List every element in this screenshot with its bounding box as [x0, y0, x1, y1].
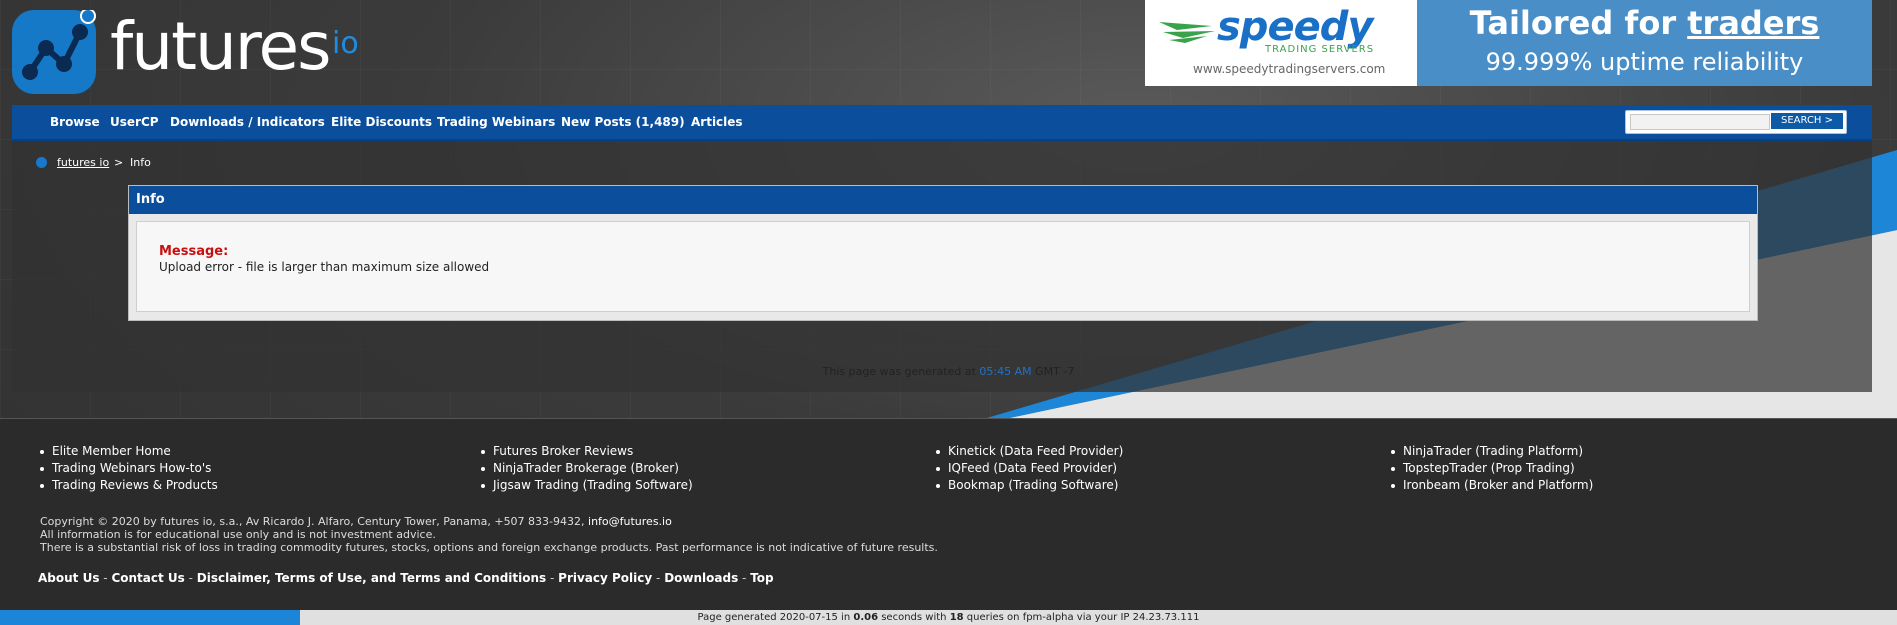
stats-text: seconds with	[878, 612, 950, 623]
footer-column-2: Futures Broker Reviews NinjaTrader Broke…	[479, 443, 693, 494]
nav-elite-discounts[interactable]: Elite Discounts	[331, 115, 432, 129]
link-separator: -	[99, 571, 112, 585]
home-globe-icon	[36, 157, 47, 168]
nav-downloads[interactable]: Downloads / Indicators	[170, 115, 325, 129]
footer-link[interactable]: NinjaTrader (Trading Platform)	[1389, 443, 1593, 460]
ad-title-part2: traders	[1687, 4, 1820, 42]
footer-link[interactable]: Elite Member Home	[38, 443, 218, 460]
logo-text: futures	[110, 8, 331, 85]
stats-text: Page generated 2020-07-15 in	[697, 612, 854, 623]
contact-email-link[interactable]: info@futures.io	[588, 515, 672, 528]
breadcrumb-home[interactable]: futures io	[57, 156, 109, 169]
footer-column-1: Elite Member Home Trading Webinars How-t…	[38, 443, 218, 494]
generated-time: 05:45 AM	[979, 365, 1032, 378]
ad-title: Tailored for traders	[1417, 4, 1872, 42]
main-nav: Browse UserCP Downloads / Indicators Eli…	[12, 105, 1872, 141]
top-link[interactable]: Top	[750, 571, 773, 585]
footer-column-4: NinjaTrader (Trading Platform) TopstepTr…	[1389, 443, 1593, 494]
nav-new-posts[interactable]: New Posts (1,489)	[561, 115, 685, 129]
stats-queries: 18	[949, 612, 964, 623]
link-separator: -	[184, 571, 197, 585]
footer-bottom-links: About Us - Contact Us - Disclaimer, Term…	[38, 571, 774, 585]
footer-link[interactable]: Kinetick (Data Feed Provider)	[934, 443, 1123, 460]
speed-swoosh-icon	[1159, 22, 1215, 43]
footer-link[interactable]: IQFeed (Data Feed Provider)	[934, 460, 1123, 477]
message-text: Upload error - file is larger than maxim…	[159, 260, 490, 274]
disclaimer-line-2: There is a substantial risk of loss in t…	[40, 541, 938, 554]
privacy-policy-link[interactable]: Privacy Policy	[558, 571, 652, 585]
nav-articles[interactable]: Articles	[691, 115, 743, 129]
contact-us-link[interactable]: Contact Us	[111, 571, 184, 585]
link-separator: -	[546, 571, 559, 585]
ad-banner[interactable]: speedy TRADING SERVERS www.speedytrading…	[1145, 0, 1872, 86]
stats-seconds: 0.06	[853, 612, 879, 623]
footer-link[interactable]: NinjaTrader Brokerage (Broker)	[479, 460, 693, 477]
footer-link[interactable]: Trading Webinars How-to's	[38, 460, 218, 477]
generated-prefix: This page was generated at	[822, 365, 980, 378]
logo-suffix: io	[332, 26, 359, 61]
disclaimer-link[interactable]: Disclaimer, Terms of Use, and Terms and …	[197, 571, 546, 585]
info-body: Message: Upload error - file is larger t…	[136, 221, 1750, 312]
generated-time-line: This page was generated at 05:45 AM GMT …	[0, 365, 1897, 378]
nav-trading-webinars[interactable]: Trading Webinars	[437, 115, 555, 129]
search-box: SEARCH >	[1625, 110, 1847, 134]
link-separator: -	[738, 571, 751, 585]
footer-link[interactable]: Trading Reviews & Products	[38, 477, 218, 494]
ad-brand-sub: TRADING SERVERS	[1265, 44, 1375, 55]
about-us-link[interactable]: About Us	[38, 571, 99, 585]
ad-brand-panel: speedy TRADING SERVERS www.speedytrading…	[1145, 0, 1417, 86]
nav-usercp[interactable]: UserCP	[110, 115, 159, 129]
search-input[interactable]	[1630, 114, 1770, 130]
search-button[interactable]: SEARCH >	[1771, 113, 1843, 129]
footer-column-3: Kinetick (Data Feed Provider) IQFeed (Da…	[934, 443, 1123, 494]
site-footer: Elite Member Home Trading Webinars How-t…	[0, 418, 1897, 611]
link-separator: -	[652, 571, 665, 585]
generated-suffix: GMT -7	[1031, 365, 1075, 378]
footer-link[interactable]: Futures Broker Reviews	[479, 443, 693, 460]
info-box: Info Message: Upload error - file is lar…	[128, 185, 1758, 321]
breadcrumb-current: Info	[130, 156, 151, 169]
copyright-line: Copyright © 2020 by futures io, s.a., Av…	[40, 515, 938, 528]
site-logo[interactable]: futures io	[12, 4, 372, 94]
logo-mark-icon	[12, 8, 96, 94]
breadcrumb-separator: >	[114, 156, 124, 169]
info-title: Info	[129, 186, 1757, 214]
footer-link[interactable]: Ironbeam (Broker and Platform)	[1389, 477, 1593, 494]
disclaimer-line-1: All information is for educational use o…	[40, 528, 436, 541]
message-label: Message:	[159, 244, 229, 259]
copyright-text: Copyright © 2020 by futures io, s.a., Av…	[40, 515, 589, 528]
copyright-block: Copyright © 2020 by futures io, s.a., Av…	[40, 515, 938, 554]
downloads-link[interactable]: Downloads	[664, 571, 738, 585]
footer-link[interactable]: Bookmap (Trading Software)	[934, 477, 1123, 494]
nav-browse[interactable]: Browse	[50, 115, 100, 129]
stats-text: queries on fpm-alpha via your IP 24.23.7…	[963, 612, 1200, 623]
ad-url: www.speedytradingservers.com	[1193, 62, 1386, 76]
ad-subtitle: 99.999% uptime reliability	[1485, 48, 1804, 76]
ad-title-part1: Tailored for	[1469, 4, 1688, 42]
page-generation-stats: Page generated 2020-07-15 in 0.06 second…	[0, 612, 1897, 623]
footer-link[interactable]: Jigsaw Trading (Trading Software)	[479, 477, 693, 494]
footer-link[interactable]: TopstepTrader (Prop Trading)	[1389, 460, 1593, 477]
